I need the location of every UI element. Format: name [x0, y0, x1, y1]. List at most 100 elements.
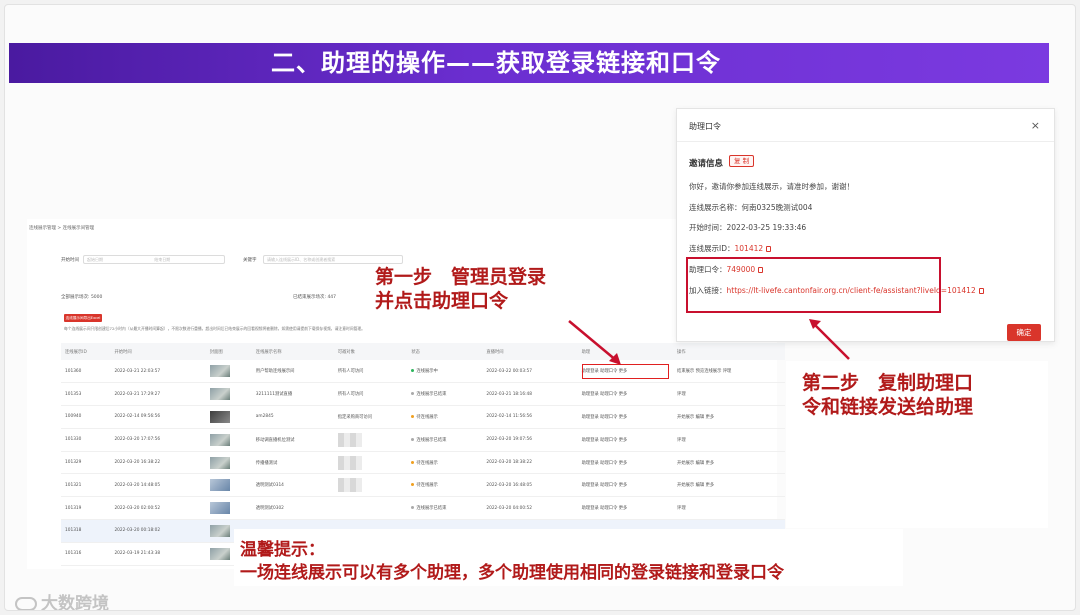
status-text: 待连线展示: [416, 483, 438, 489]
table-header-row: 连线展示ID 开始时间 封面图 连线展示名称 可邀对象 状态 直播时间 助理 操…: [61, 343, 785, 360]
status-text: 待连线展示: [416, 460, 438, 466]
cover-thumbnail: [209, 502, 230, 515]
start-time-line: 开始时间：2022-03-25 19:33:46: [689, 223, 807, 232]
invite-info-title: 邀请信息: [689, 159, 724, 169]
status-dot: [411, 414, 415, 418]
cell-ops[interactable]: 评理: [673, 382, 785, 407]
cell-invite: [333, 451, 408, 475]
cell-assistant[interactable]: 助理登录 助理口令 更多: [577, 360, 674, 384]
step1-callout: 第一步 管理员登录 并点击助理口令: [375, 265, 546, 313]
table-row[interactable]: 101353 2022-03-21 17:29:27 3211111测试直播 所有人可…: [61, 382, 785, 407]
cell-id: 101316: [61, 542, 111, 566]
cell-start: 2022-03-21 22:03:57: [110, 360, 206, 384]
cell-assistant[interactable]: 助理登录 助理口令 更多: [577, 451, 674, 475]
cell-status: 连线展示已结束: [407, 382, 483, 407]
cell-assistant[interactable]: 助理登录 助理口令 更多: [577, 496, 674, 521]
cell-ops[interactable]: 开始展示 编辑 更多: [673, 473, 785, 498]
cell-time: 2022-03-20 16:48:05: [482, 473, 578, 498]
cell-status: 连线展示已结束: [407, 428, 483, 452]
cell-status: 连线展示已结束: [407, 496, 483, 521]
blurred-cell: [337, 478, 362, 493]
table-row[interactable]: 101329 2022-03-20 16:38:22 传播播测试 待连线展示 2022-…: [61, 451, 785, 475]
cell-assistant[interactable]: 助理登录 助理口令 更多: [577, 473, 674, 498]
date-range-input[interactable]: 起始日期 结束日期: [83, 255, 225, 264]
status-text: 连线展示中: [416, 369, 438, 375]
table-row[interactable]: 101360 2022-03-21 22:03:57 用户帮助连线展示间 所有人可访问…: [61, 360, 785, 384]
status-text: 连线展示已结束: [416, 437, 447, 443]
cell-ops[interactable]: 结束展示 预览连线展示 评理: [673, 360, 785, 384]
cell-name: 透明测试0314: [251, 473, 334, 498]
cell-cover: [205, 405, 252, 429]
col-ops: 操作: [673, 343, 785, 360]
notice-text: 每个连线展示间只限创建后72小时内（从最大开播时间算起），不限次数进行重播，超出…: [64, 326, 365, 331]
blurred-cell: [337, 432, 362, 447]
step1-line1: 第一步 管理员登录: [375, 266, 547, 288]
status-text: 连线展示已结束: [416, 506, 447, 512]
cell-cover: [205, 428, 252, 452]
table-row[interactable]: 100940 2022-02-14 09:56:56 am2845 指定采购商可访问 待…: [61, 405, 785, 429]
cell-cover: [205, 496, 252, 521]
tip-title: 温馨提示：: [240, 540, 325, 560]
status-dot: [411, 506, 415, 510]
copy-icon[interactable]: [978, 288, 984, 294]
col-status: 状态: [407, 343, 483, 360]
status-dot: [411, 483, 415, 487]
cell-cover: [205, 473, 252, 498]
cover-thumbnail: [209, 433, 230, 446]
cell-invite: 所有人可访问: [333, 360, 408, 384]
tip-box: 温馨提示： 一场连线展示可以有多个助理，多个助理使用相同的登录链接和登录口令: [234, 529, 903, 586]
dialog-title: 助理口令: [689, 122, 721, 131]
copy-button[interactable]: 复 制: [729, 155, 755, 167]
live-id-value: 101412: [734, 244, 764, 253]
table-row[interactable]: 101321 2022-03-20 14:48:05 透明测试0314 待连线展示 20…: [61, 473, 785, 498]
cover-thumbnail: [209, 547, 230, 560]
export-excel-button[interactable]: 连线展示间导出Excel: [64, 314, 102, 322]
cell-id: 101318: [61, 519, 111, 543]
cell-ops[interactable]: 评理: [673, 428, 785, 452]
slide: 二、助理的操作——获取登录链接和口令 连线展示管理 > 连线展示间管理 开始时间…: [4, 4, 1076, 611]
live-name-line: 连线展示名称：何南0325晚测试004: [689, 203, 813, 212]
confirm-button[interactable]: 确定: [1007, 324, 1041, 341]
keyword-label: 关键字: [243, 258, 257, 263]
cell-id: 101321: [61, 473, 111, 498]
cell-invite: 所有人可访问: [333, 382, 408, 407]
cell-ops[interactable]: 评理: [673, 496, 785, 521]
cell-invite: [333, 473, 408, 498]
step2-callout: 第二步 复制助理口 令和链接发送给助理: [802, 371, 973, 419]
live-id-line: 连线展示ID：101412: [689, 243, 772, 254]
title-banner: 二、助理的操作——获取登录链接和口令: [9, 43, 1049, 83]
ended-count: 已结束展示场次: 447: [293, 295, 337, 300]
step2-line1: 第二步 复制助理口: [802, 372, 974, 394]
cell-ops[interactable]: 开始展示 编辑 更多: [673, 451, 785, 475]
cell-start: 2022-03-20 14:48:05: [110, 473, 206, 498]
cell-status: 待连线展示: [407, 405, 483, 429]
step2-panel: 第二步 复制助理口 令和链接发送给助理: [786, 361, 1048, 528]
close-icon[interactable]: ×: [1031, 119, 1040, 132]
col-assistant: 助理: [577, 343, 674, 360]
col-id: 连线展示ID: [61, 343, 111, 360]
total-count: 全部展示场次: 5000: [61, 295, 103, 300]
cell-invite: 指定采购商可访问: [333, 405, 408, 429]
cell-assistant[interactable]: 助理登录 助理口令 更多: [577, 382, 674, 407]
status-text: 连线展示已结束: [416, 392, 447, 398]
cell-time: 2022-02-14 11:56:56: [482, 405, 578, 429]
dialog-divider: [677, 141, 1054, 142]
table-row[interactable]: 101319 2022-03-20 02:00:52 透明测试0302 连线展示已结束…: [61, 496, 785, 521]
copy-icon[interactable]: [766, 246, 772, 252]
cell-time: 2022-03-21 18:16:48: [482, 382, 578, 407]
cell-assistant[interactable]: 助理登录 助理口令 更多: [577, 405, 674, 429]
keyword-input[interactable]: 请输入连线展示ID、名称或创建者搜索: [263, 255, 403, 264]
greeting-text: 你好，邀请你参加连线展示，请准时参加，谢谢！: [689, 182, 854, 191]
col-invite: 可邀对象: [333, 343, 408, 360]
cell-assistant[interactable]: 助理登录 助理口令 更多: [577, 428, 674, 452]
date-to-placeholder: 结束日期: [154, 257, 171, 262]
status-dot: [411, 437, 415, 441]
table-row[interactable]: 101330 2022-03-20 17:07:56 移动调直播机位测试 连线展示已结…: [61, 428, 785, 452]
cell-start: 2022-02-14 09:56:56: [110, 405, 206, 429]
cell-ops[interactable]: 开始展示 编辑 更多: [673, 405, 785, 429]
cell-name: 传播播测试: [251, 451, 334, 475]
logo-text: 大数跨境: [41, 594, 109, 611]
status-dot: [411, 460, 415, 464]
date-from-placeholder: 起始日期: [87, 257, 103, 262]
cell-cover: [205, 451, 252, 475]
